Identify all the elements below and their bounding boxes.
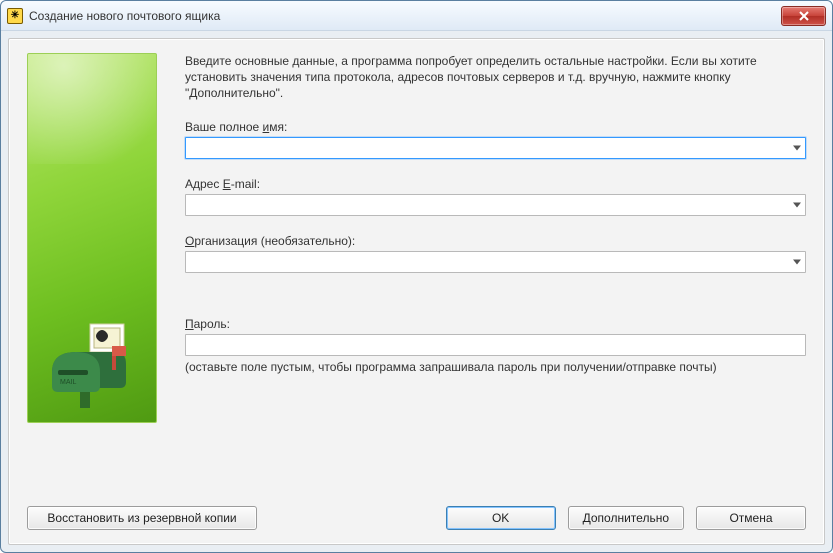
sidebar-illustration: MAIL [27, 53, 157, 423]
email-combo[interactable] [185, 194, 806, 216]
window-title: Создание нового почтового ящика [29, 9, 220, 23]
form-area: Введите основные данные, а программа поп… [185, 53, 806, 486]
button-row: Восстановить из резервной копии OK Допол… [9, 496, 824, 544]
password-hint: (оставьте поле пустым, чтобы программа з… [185, 360, 806, 374]
ok-button[interactable]: OK [446, 506, 556, 530]
name-combo[interactable] [185, 137, 806, 159]
name-label: Ваше полное имя: [185, 120, 287, 134]
cancel-button-label: Отмена [729, 511, 772, 525]
org-label: Организация (необязательно): [185, 234, 355, 248]
password-input[interactable] [185, 334, 806, 356]
mailbox-icon: MAIL [42, 322, 142, 412]
close-icon [798, 10, 810, 22]
restore-button-label: Восстановить из резервной копии [47, 511, 236, 525]
cancel-button[interactable]: Отмена [696, 506, 806, 530]
chevron-down-icon [793, 145, 801, 150]
restore-button[interactable]: Восстановить из резервной копии [27, 506, 257, 530]
client-area: MAIL Введите основные данные, а программ… [8, 38, 825, 545]
org-combo[interactable] [185, 251, 806, 273]
more-button-label: Дополнительно [583, 511, 669, 525]
intro-text: Введите основные данные, а программа поп… [185, 53, 806, 102]
email-label: Адрес E-mail: [185, 177, 260, 191]
chevron-down-icon [793, 259, 801, 264]
svg-text:MAIL: MAIL [60, 379, 76, 386]
dialog-window: ✳ Создание нового почтового ящика [0, 0, 833, 553]
more-button[interactable]: Дополнительно [568, 506, 684, 530]
password-label: Пароль: [185, 317, 230, 331]
titlebar[interactable]: ✳ Создание нового почтового ящика [1, 1, 832, 31]
ok-button-label: OK [492, 511, 509, 525]
chevron-down-icon [793, 202, 801, 207]
close-button[interactable] [781, 6, 826, 26]
app-icon: ✳ [7, 8, 23, 24]
